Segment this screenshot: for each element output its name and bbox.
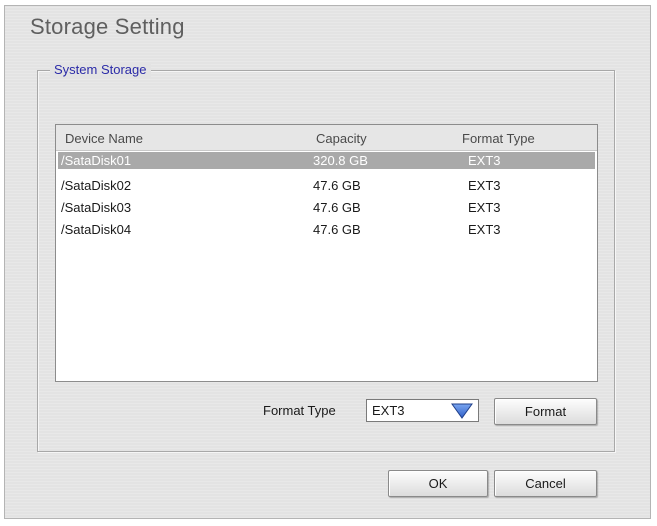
capacity-cell: 320.8 GB [313, 153, 368, 168]
format-type-selected-value: EXT3 [372, 403, 405, 418]
format-type-label: Format Type [263, 403, 336, 418]
format-type-cell: EXT3 [468, 222, 501, 237]
format-type-cell: EXT3 [468, 153, 501, 168]
storage-device-list[interactable]: Device Name Capacity Format Type /SataDi… [55, 124, 598, 382]
device-name-cell: /SataDisk03 [61, 200, 132, 215]
list-row-sata-disk-04[interactable]: /SataDisk04 47.6 GB EXT3 [58, 221, 595, 238]
format-type-select[interactable]: EXT3 [366, 399, 479, 422]
format-button[interactable]: Format [494, 398, 597, 425]
device-name-cell: /SataDisk04 [61, 222, 132, 237]
list-row-sata-disk-03[interactable]: /SataDisk03 47.6 GB EXT3 [58, 199, 595, 216]
format-type-cell: EXT3 [468, 200, 501, 215]
chevron-down-icon[interactable] [450, 402, 474, 420]
group-legend: System Storage [50, 62, 151, 77]
device-name-cell: /SataDisk02 [61, 178, 132, 193]
cancel-button[interactable]: Cancel [494, 470, 597, 497]
capacity-cell: 47.6 GB [313, 200, 361, 215]
format-type-cell: EXT3 [468, 178, 501, 193]
ok-button[interactable]: OK [388, 470, 488, 497]
capacity-cell: 47.6 GB [313, 178, 361, 193]
list-row-sata-disk-02[interactable]: /SataDisk02 47.6 GB EXT3 [58, 177, 595, 194]
list-row-sata-disk-01[interactable]: /SataDisk01 320.8 GB EXT3 [58, 152, 595, 169]
device-name-cell: /SataDisk01 [61, 153, 132, 168]
column-header-format-type[interactable]: Format Type [462, 131, 535, 146]
list-header: Device Name Capacity Format Type [56, 125, 597, 151]
column-header-capacity[interactable]: Capacity [316, 131, 367, 146]
column-header-device-name[interactable]: Device Name [65, 131, 143, 146]
dialog-title: Storage Setting [30, 14, 185, 39]
capacity-cell: 47.6 GB [313, 222, 361, 237]
